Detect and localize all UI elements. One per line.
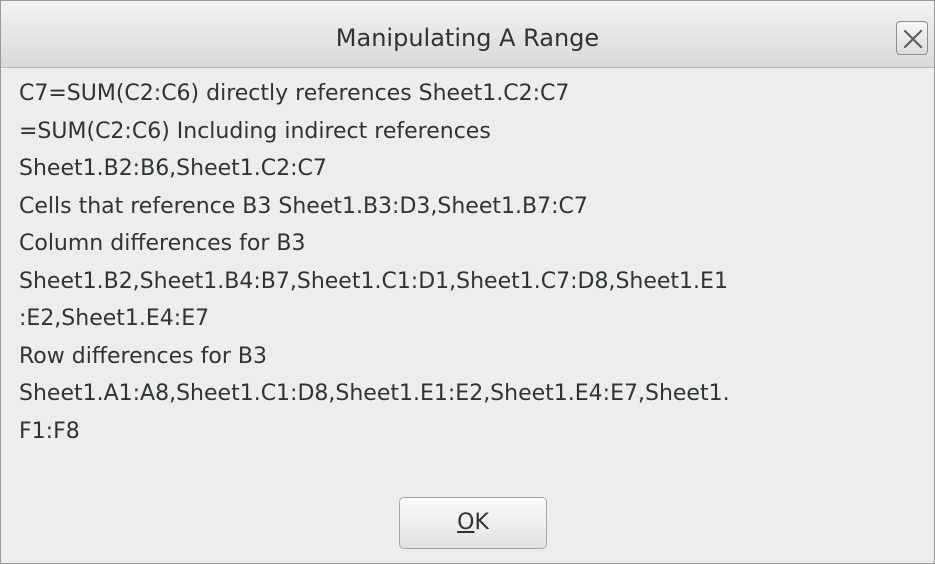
- message-line: Cells that reference B3 Sheet1.B3:D3,She…: [19, 193, 588, 219]
- dialog-title: Manipulating A Range: [335, 24, 600, 52]
- message-line: =SUM(C2:C6) Including indirect reference…: [19, 118, 491, 144]
- message-line: Sheet1.B2,Sheet1.B4:B7,Sheet1.C1:D1,Shee…: [19, 268, 728, 294]
- title-bar[interactable]: Manipulating A Range: [1, 1, 934, 68]
- message-line: Column differences for B3: [19, 231, 306, 256]
- message-line: Row differences for B3: [19, 343, 267, 369]
- message-line: Sheet1.B2:B6,Sheet1.C2:C7: [19, 156, 327, 181]
- message-line: :E2,Sheet1.E4:E7: [19, 306, 210, 331]
- close-icon: [903, 29, 923, 49]
- message-line: C7=SUM(C2:C6) directly references Sheet1…: [19, 81, 570, 106]
- ok-label-rest: K: [474, 510, 489, 535]
- message-body: C7=SUM(C2:C6) directly references Sheet1…: [19, 75, 924, 450]
- dialog-window: Manipulating A Range C7=SUM(C2:C6) direc…: [0, 0, 935, 564]
- message-line: Sheet1.A1:A8,Sheet1.C1:D8,Sheet1.E1:E2,S…: [19, 381, 730, 406]
- message-line: F1:F8: [19, 418, 80, 444]
- ok-mnemonic: O: [457, 510, 475, 535]
- ok-button[interactable]: OK: [399, 497, 547, 549]
- close-button[interactable]: [896, 21, 928, 55]
